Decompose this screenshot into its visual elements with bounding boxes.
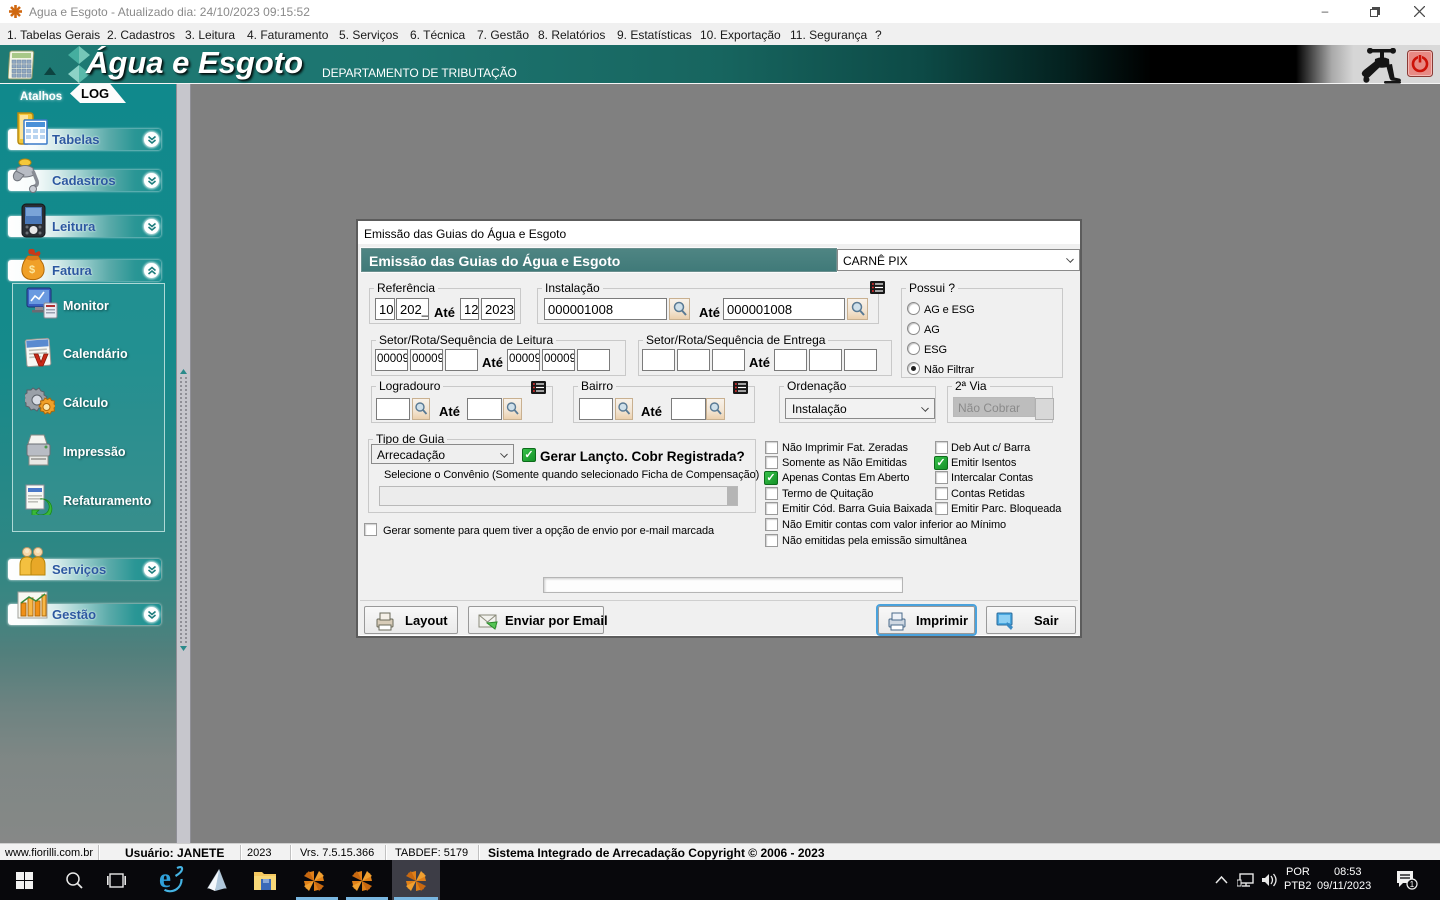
svg-text:$: $	[29, 264, 35, 276]
svg-text:1: 1	[1410, 880, 1415, 889]
